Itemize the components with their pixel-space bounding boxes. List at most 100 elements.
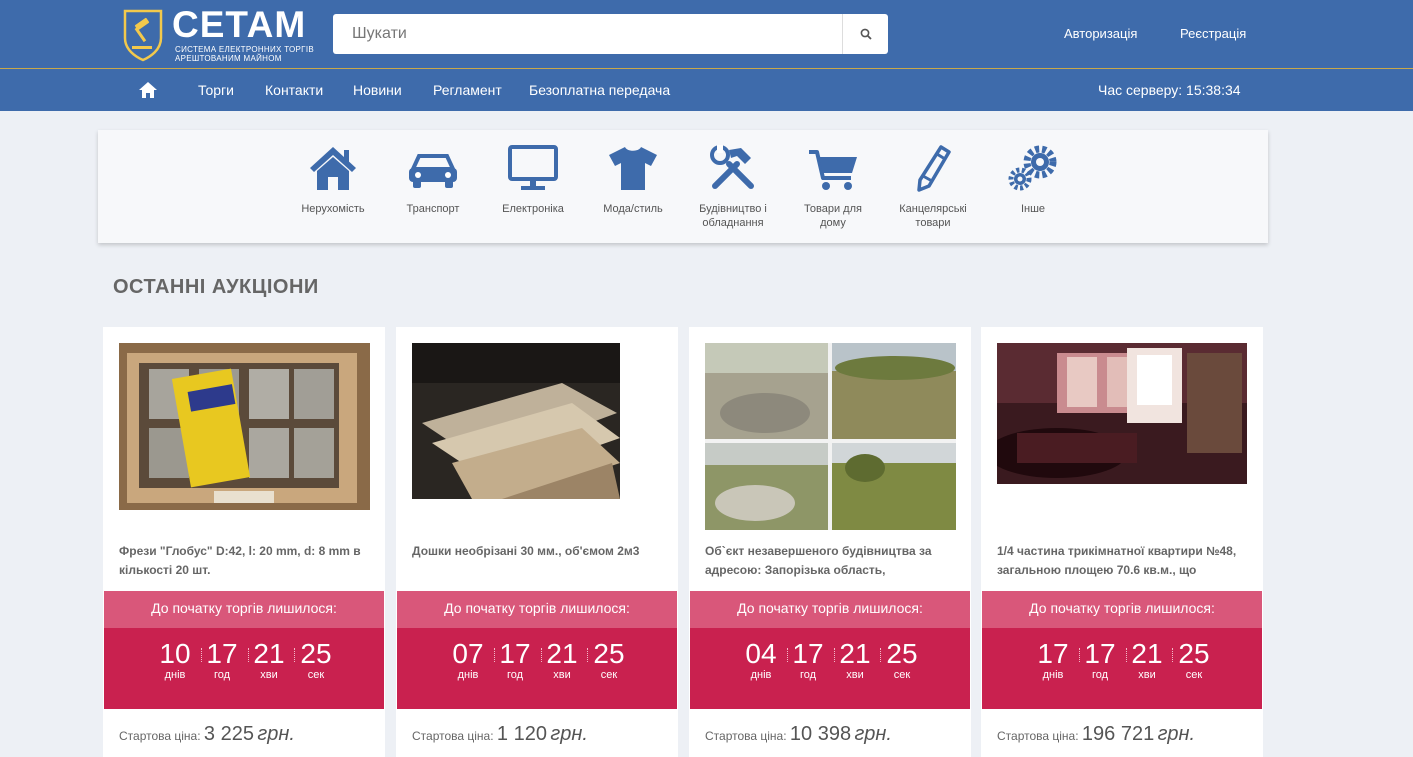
- register-link[interactable]: Реєстрація: [1180, 26, 1246, 41]
- price-value: 3 225: [203, 723, 254, 745]
- login-link[interactable]: Авторизація: [1064, 26, 1137, 41]
- search-input[interactable]: [333, 14, 841, 54]
- starting-price: Стартова ціна: 1 120 грн.: [412, 723, 588, 746]
- hours-label: год: [213, 669, 231, 681]
- countdown-hours: 17 год: [493, 638, 537, 681]
- category-label: Мода/стиль: [603, 203, 663, 215]
- seconds-label: сек: [307, 669, 325, 681]
- hours-label: год: [799, 669, 817, 681]
- auction-title[interactable]: Дошки необрізані 30 мм., об'ємом 2м3: [412, 542, 670, 580]
- auction-image[interactable]: [705, 343, 956, 530]
- countdown-seconds: 25 сек: [294, 638, 338, 681]
- search-button[interactable]: [842, 14, 888, 54]
- countdown-title: До початку торгів лишилося:: [690, 591, 970, 628]
- car-icon: [409, 154, 457, 188]
- category-label: Транспорт: [406, 203, 460, 215]
- category-stationery[interactable]: Канцелярські товари: [888, 144, 978, 230]
- category-home-goods[interactable]: Товари для дому: [788, 144, 878, 230]
- nav-item-auctions[interactable]: Торги: [198, 82, 234, 98]
- category-panel: Нерухомість Транспорт Електроніка Мода/с…: [98, 130, 1268, 243]
- category-label: Будівництво і: [699, 203, 767, 215]
- auction-card[interactable]: Дошки необрізані 30 мм., об'ємом 2м3 До …: [396, 327, 678, 757]
- home-icon[interactable]: [138, 81, 158, 99]
- auction-card[interactable]: Об`єкт незавершеного будівництва за адре…: [689, 327, 971, 757]
- countdown-hours: 17 год: [200, 638, 244, 681]
- countdown-hours: 17 год: [786, 638, 830, 681]
- days-label: днів: [164, 669, 186, 681]
- search-icon: [860, 28, 872, 40]
- countdown-days: 10 днів: [153, 638, 197, 681]
- nav-item-contacts[interactable]: Контакти: [265, 82, 323, 98]
- auction-card[interactable]: 1/4 частина трикімнатної квартири №48, з…: [981, 327, 1263, 757]
- category-label: Товари для: [804, 203, 862, 215]
- days-label: днів: [750, 669, 772, 681]
- countdown: До початку торгів лишилося: 04 днів 17 год…: [690, 591, 970, 709]
- category-label-line2: дому: [820, 217, 846, 229]
- category-label: Нерухомість: [301, 203, 365, 215]
- tshirt-icon: [609, 147, 657, 190]
- category-label: Електроніка: [502, 203, 564, 215]
- auction-title[interactable]: Об`єкт незавершеного будівництва за адре…: [705, 542, 963, 580]
- minutes-value: 21: [1131, 638, 1163, 669]
- logo[interactable]: СЕТАМ система електронних торгів арештов…: [122, 4, 322, 64]
- auction-image[interactable]: [119, 343, 370, 510]
- house-icon: [310, 147, 356, 190]
- pencil-icon: [917, 145, 951, 192]
- seconds-label: сек: [600, 669, 618, 681]
- seconds-label: сек: [1185, 669, 1203, 681]
- countdown-seconds: 25 сек: [1172, 638, 1216, 681]
- server-time: Час серверу: 15:38:34: [1098, 82, 1241, 98]
- auction-card[interactable]: Фрези "Глобус" D:42, l: 20 mm, d: 8 mm в…: [103, 327, 385, 757]
- days-value: 07: [452, 638, 484, 669]
- minutes-label: хви: [846, 669, 864, 681]
- countdown-timer: 04 днів 17 год 21 хви 25 сек: [690, 628, 970, 709]
- days-value: 04: [745, 638, 777, 669]
- countdown-minutes: 21 хви: [833, 638, 877, 681]
- category-label: Канцелярські: [899, 203, 967, 215]
- price-label: Стартова ціна:: [997, 729, 1079, 743]
- auction-image[interactable]: [997, 343, 1247, 484]
- minutes-value: 21: [839, 638, 871, 669]
- category-fashion[interactable]: Мода/стиль: [588, 144, 678, 216]
- tools-icon: [710, 145, 754, 189]
- countdown-days: 07 днів: [446, 638, 490, 681]
- top-header: СЕТАМ система електронних торгів арештов…: [0, 0, 1413, 68]
- days-label: днів: [1042, 669, 1064, 681]
- auction-title[interactable]: 1/4 частина трикімнатної квартири №48, з…: [997, 542, 1255, 580]
- category-other[interactable]: Інше: [988, 144, 1078, 216]
- countdown-days: 17 днів: [1031, 638, 1075, 681]
- monitor-icon: [508, 145, 558, 190]
- nav-item-regulations[interactable]: Регламент: [433, 82, 502, 98]
- category-electronics[interactable]: Електроніка: [488, 144, 578, 216]
- category-construction[interactable]: Будівництво і обладнання: [688, 144, 778, 230]
- countdown-hours: 17 год: [1078, 638, 1122, 681]
- hours-value: 17: [792, 638, 824, 669]
- nav-item-news[interactable]: Новини: [353, 82, 402, 98]
- price-currency: грн.: [550, 723, 588, 745]
- auction-title[interactable]: Фрези "Глобус" D:42, l: 20 mm, d: 8 mm в…: [119, 542, 377, 580]
- price-currency: грн.: [1157, 723, 1196, 745]
- countdown: До початку торгів лишилося: 10 днів 17 год…: [104, 591, 384, 709]
- days-label: днів: [457, 669, 479, 681]
- auction-image[interactable]: [412, 343, 620, 499]
- seconds-value: 25: [886, 638, 918, 669]
- price-currency: грн.: [854, 723, 892, 745]
- gavel-shield-icon: [123, 9, 163, 62]
- seconds-value: 25: [1178, 638, 1210, 669]
- category-real-estate[interactable]: Нерухомість: [288, 144, 378, 216]
- category-transport[interactable]: Транспорт: [388, 144, 478, 216]
- countdown-minutes: 21 хви: [540, 638, 584, 681]
- nav-item-free-transfer[interactable]: Безоплатна передача: [529, 82, 670, 98]
- category-label: Інше: [1020, 203, 1046, 215]
- days-value: 10: [159, 638, 191, 669]
- price-label: Стартова ціна:: [119, 729, 201, 743]
- countdown-seconds: 25 сек: [880, 638, 924, 681]
- main-nav: Торги Контакти Новини Регламент Безоплат…: [0, 68, 1413, 111]
- countdown-minutes: 21 хви: [247, 638, 291, 681]
- hours-value: 17: [499, 638, 531, 669]
- starting-price: Стартова ціна: 3 225 грн.: [119, 723, 295, 746]
- price-value: 10 398: [789, 723, 852, 745]
- countdown-title: До початку торгів лишилося:: [397, 591, 677, 628]
- hours-label: год: [506, 669, 524, 681]
- countdown: До початку торгів лишилося: 17 днів 17 год…: [982, 591, 1262, 709]
